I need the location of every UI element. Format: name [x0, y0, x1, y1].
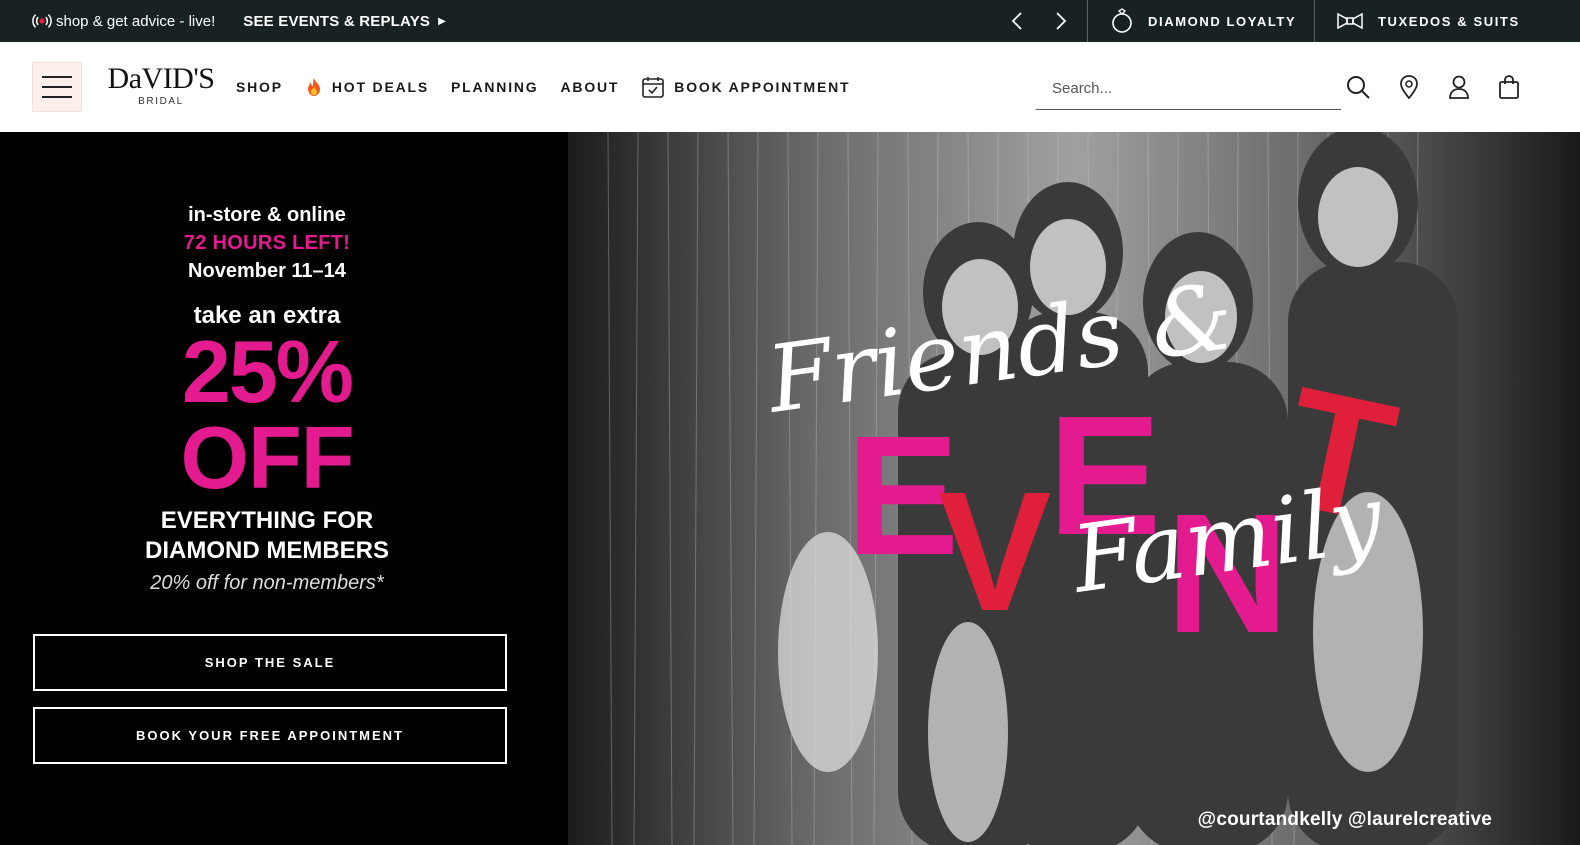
promo-audience-text: EVERYTHING FOR DIAMOND MEMBERS: [0, 506, 534, 566]
bow-tie-icon: [1336, 12, 1364, 30]
nav-planning[interactable]: PLANNING: [451, 79, 539, 95]
location-pin-icon[interactable]: [1395, 73, 1423, 101]
hero-banner: in-store & online 72 HOURS LEFT! Novembe…: [0, 132, 1580, 845]
caret-right-icon: ▶: [438, 15, 446, 27]
user-icon[interactable]: [1445, 73, 1473, 101]
hero-photo-illustration: E V E N T Friends & Family: [568, 132, 1580, 845]
menu-icon: [42, 76, 72, 78]
hero-photo: E V E N T Friends & Family @courtandkell…: [568, 132, 1580, 845]
nav-shop-label: SHOP: [236, 79, 283, 95]
diamond-loyalty-label: DIAMOND LOYALTY: [1148, 13, 1297, 29]
promo-audience-line1: EVERYTHING FOR: [160, 507, 374, 534]
chevron-right-icon[interactable]: [1050, 10, 1072, 32]
calendar-icon: [641, 75, 665, 99]
promo-channel-text: in-store & online: [188, 204, 346, 226]
book-appointment-button[interactable]: BOOK YOUR FREE APPOINTMENT: [33, 707, 507, 764]
menu-button[interactable]: [32, 62, 82, 112]
logo-wordmark: DaVID'S: [107, 62, 215, 95]
shopping-bag-icon[interactable]: [1495, 73, 1523, 101]
promo-non-members-text: 20% off for non-members*: [150, 572, 384, 594]
svg-text:V: V: [938, 457, 1051, 647]
search-input[interactable]: [1036, 68, 1341, 109]
promo-audience-line2: DIAMOND MEMBERS: [145, 537, 389, 564]
nav-book-appointment-label: BOOK APPOINTMENT: [674, 79, 851, 95]
topbar-divider: [1087, 0, 1088, 42]
live-broadcast-icon: [32, 11, 52, 31]
nav-about-label: ABOUT: [560, 79, 620, 95]
davids-bridal-logo[interactable]: DaVID'S BRIDAL: [104, 62, 218, 108]
shop-the-sale-button[interactable]: SHOP THE SALE: [33, 634, 507, 691]
diamond-loyalty-link[interactable]: DIAMOND LOYALTY: [1110, 0, 1296, 42]
search-box: [1036, 68, 1341, 110]
see-events-label: SEE EVENTS & REPLAYS: [243, 12, 431, 30]
nav-hot-deals[interactable]: HOT DEALS: [305, 77, 429, 97]
main-header: DaVID'S BRIDAL SHOP HOT DEALS PLANNING A…: [0, 42, 1580, 132]
see-events-link[interactable]: SEE EVENTS & REPLAYS ▶: [243, 13, 446, 30]
top-utility-bar: shop & get advice - live! SEE EVENTS & R…: [0, 0, 1580, 42]
flame-icon: [305, 77, 323, 97]
topbar-divider: [1314, 0, 1315, 42]
sale-promo-panel: in-store & online 72 HOURS LEFT! Novembe…: [0, 132, 540, 845]
nav-shop[interactable]: SHOP: [236, 79, 283, 95]
promo-percent-text: 25%: [181, 322, 354, 421]
nav-about[interactable]: ABOUT: [561, 79, 620, 95]
search-icon[interactable]: [1344, 73, 1372, 101]
logo-subtitle: BRIDAL: [138, 96, 184, 107]
live-advice-text: shop & get advice - live!: [56, 12, 216, 30]
live-shopping-promo: shop & get advice - live! SEE EVENTS & R…: [32, 0, 446, 42]
promo-off-text: OFF: [180, 408, 355, 507]
primary-nav: SHOP HOT DEALS PLANNING ABOUT BOOK APPOI…: [236, 42, 850, 132]
photo-credit: @courtandkelly @laurelcreative: [1197, 809, 1492, 830]
promo-carousel-controls: [1006, 0, 1072, 42]
diamond-ring-icon: [1110, 8, 1134, 34]
promo-countdown-text: 72 HOURS LEFT!: [183, 232, 351, 254]
header-actions: [1344, 73, 1523, 101]
menu-icon-bar: [42, 86, 72, 88]
tuxedos-suits-link[interactable]: TUXEDOS & SUITS: [1336, 0, 1520, 42]
promo-dates-text: November 11–14: [188, 260, 346, 282]
nav-hot-deals-label: HOT DEALS: [331, 79, 429, 95]
tuxedos-suits-label: TUXEDOS & SUITS: [1378, 13, 1520, 29]
chevron-left-icon[interactable]: [1006, 10, 1028, 32]
nav-planning-label: PLANNING: [450, 79, 539, 95]
nav-book-appointment[interactable]: BOOK APPOINTMENT: [641, 75, 850, 99]
menu-icon-bar: [42, 96, 72, 98]
